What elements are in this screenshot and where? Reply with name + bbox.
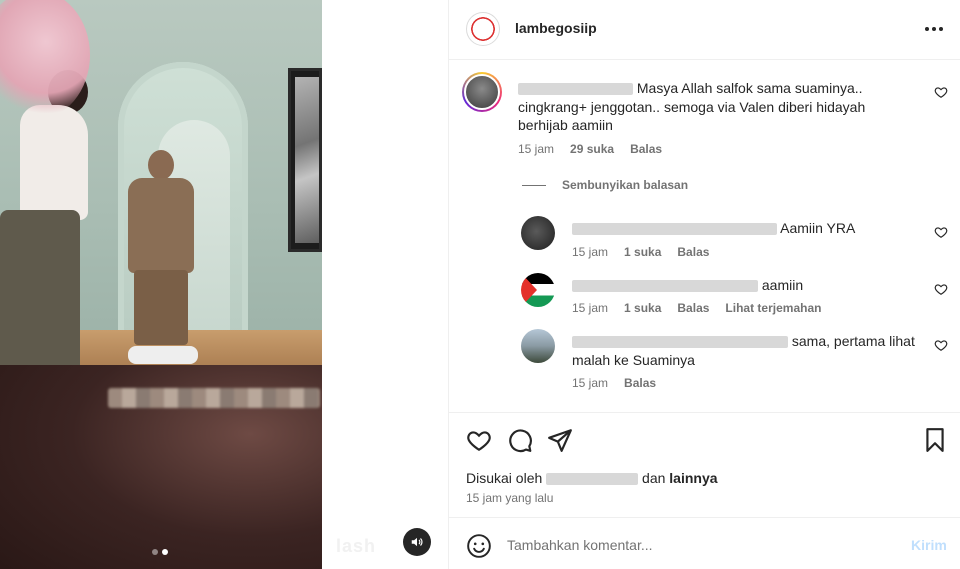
reply-avatar[interactable]	[521, 273, 555, 307]
reply-text: aamiin	[572, 276, 922, 295]
reply-likes[interactable]: 1 suka	[624, 245, 661, 259]
video-frame-man	[120, 150, 200, 375]
blurred-caption	[108, 388, 320, 408]
author-username[interactable]: lambegosiip	[515, 20, 597, 36]
blurred-username[interactable]	[572, 223, 777, 236]
comment-meta: 15 jam 29 suka Balas	[518, 142, 662, 156]
reply-meta: 15 jam 1 suka Balas	[572, 245, 709, 259]
reply-body: Aamiin YRA	[780, 220, 856, 236]
emoji-icon[interactable]	[466, 533, 492, 559]
liked-by-others-link[interactable]: lainnya	[669, 470, 717, 486]
carousel-dot-active	[162, 549, 168, 555]
audio-toggle-button[interactable]	[403, 528, 431, 556]
like-reply-heart-icon[interactable]	[934, 338, 948, 352]
comments-panel: lambegosiip Masya Allah salfok sama suam…	[448, 0, 960, 569]
media-side-space	[322, 0, 448, 569]
speaker-icon	[411, 537, 423, 547]
like-reply-heart-icon[interactable]	[934, 225, 948, 239]
reply-meta: 15 jam Balas	[572, 376, 656, 390]
reply-time[interactable]: 15 jam	[572, 245, 608, 259]
reply-body: aamiin	[761, 277, 804, 293]
liked-by-and: dan	[642, 470, 666, 486]
carousel-dots	[152, 549, 168, 555]
post-header: lambegosiip	[449, 0, 960, 60]
share-send-icon[interactable]	[547, 427, 573, 453]
watermark: lash	[336, 536, 377, 556]
commenter-avatar[interactable]	[462, 72, 502, 112]
blurred-username[interactable]	[572, 336, 788, 349]
like-reply-heart-icon[interactable]	[934, 282, 948, 296]
comment-text: Masya Allah salfok sama suaminya.. cingk…	[518, 79, 918, 135]
blurred-username[interactable]	[546, 473, 639, 486]
reply-text: Aamiin YRA	[572, 219, 922, 238]
reply-avatar[interactable]	[521, 329, 555, 363]
more-horizontal-icon[interactable]	[923, 18, 945, 40]
comment-composer: Kirim	[449, 517, 960, 569]
post-timestamp[interactable]: 15 jam yang lalu	[466, 491, 553, 505]
liked-by-prefix: Disukai oleh	[466, 470, 543, 486]
video-frame-painting	[288, 68, 322, 252]
post-media[interactable]	[0, 0, 322, 569]
like-heart-icon[interactable]	[466, 427, 492, 453]
reply-time[interactable]: 15 jam	[572, 301, 608, 315]
reply-likes[interactable]: 1 suka	[624, 301, 661, 315]
hide-replies-line	[522, 184, 546, 186]
reply-button[interactable]: Balas	[630, 142, 662, 156]
reply-avatar[interactable]	[521, 216, 555, 250]
post-actions: Disukai oleh dan lainnya 15 jam yang lal…	[449, 412, 960, 517]
blurred-username[interactable]	[518, 83, 633, 96]
reply-meta: 15 jam 1 suka Balas Lihat terjemahan	[572, 301, 821, 315]
save-bookmark-icon[interactable]	[922, 427, 948, 453]
comment-likes[interactable]: 29 suka	[570, 142, 614, 156]
liked-by-summary: Disukai oleh dan lainnya	[466, 470, 718, 486]
comment-time[interactable]: 15 jam	[518, 142, 554, 156]
comment-input[interactable]	[507, 535, 887, 555]
reply-text: sama, pertama lihat malah ke Suaminya	[572, 332, 922, 369]
blurred-username[interactable]	[572, 280, 758, 293]
see-translation-link[interactable]: Lihat terjemahan	[725, 301, 821, 315]
comment-bubble-icon[interactable]	[507, 427, 533, 453]
author-avatar[interactable]	[466, 12, 500, 46]
carousel-dot	[152, 549, 158, 555]
reply-button[interactable]: Balas	[624, 376, 656, 390]
reply-button[interactable]: Balas	[677, 301, 709, 315]
reply-button[interactable]: Balas	[677, 245, 709, 259]
post-comment-button[interactable]: Kirim	[911, 537, 947, 553]
hide-replies-label: Sembunyikan balasan	[562, 178, 689, 192]
like-comment-heart-icon[interactable]	[934, 85, 948, 99]
flag-icon	[521, 273, 537, 307]
reply-time[interactable]: 15 jam	[572, 376, 608, 390]
hide-replies-toggle[interactable]: Sembunyikan balasan	[522, 178, 688, 192]
